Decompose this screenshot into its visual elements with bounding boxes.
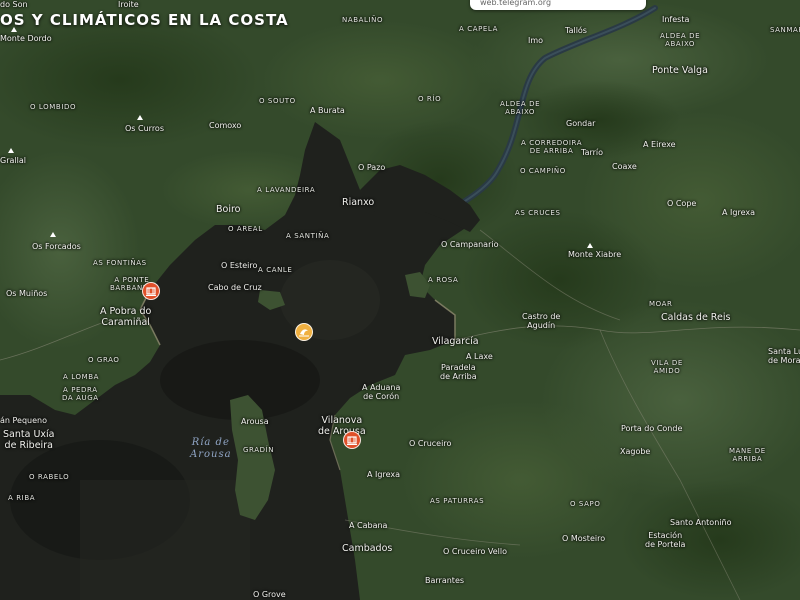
place-label: O Cruceiro Vello xyxy=(443,547,507,556)
place-label: Vilagarcía xyxy=(432,336,479,347)
place-label: MOAR xyxy=(649,300,673,308)
place-label: A Laxe xyxy=(466,352,493,361)
place-label: A ROSA xyxy=(428,276,459,284)
place-label: Iroite xyxy=(118,0,139,9)
place-label: AS FONTIÑAS xyxy=(93,259,147,267)
place-label: A Aduana de Corón xyxy=(362,383,401,402)
sea-label-line1: Ría de xyxy=(191,437,230,448)
place-label: A LAVANDEIRA xyxy=(257,186,316,194)
satellite-map[interactable]: web.telegram.org OS Y CLIMÁTICOS EN LA C… xyxy=(0,0,800,600)
place-label: Os Curros xyxy=(125,124,164,133)
place-label: Cambados xyxy=(342,543,393,554)
place-label: A Burata xyxy=(310,106,345,115)
place-label: A CAPELA xyxy=(459,25,498,33)
place-label: O Cruceiro xyxy=(409,439,452,448)
place-label: Barrantes xyxy=(425,576,465,585)
place-label: A Igrexa xyxy=(367,470,400,479)
place-label: GRADÍN xyxy=(243,446,275,454)
place-label: A CORREDOIRA DE ARRIBA xyxy=(521,139,583,156)
place-label: Grallal xyxy=(0,156,26,165)
place-label: O LOMBIDO xyxy=(30,103,77,111)
browser-url-bar[interactable]: web.telegram.org xyxy=(470,0,646,10)
marker-a-pobra[interactable] xyxy=(142,282,160,300)
sea-label-line2: Arousa xyxy=(190,448,232,460)
place-label: Comoxo xyxy=(209,121,242,130)
place-label: A CANLE xyxy=(258,266,293,274)
wave-icon xyxy=(299,329,309,337)
place-label: Ponte Valga xyxy=(652,65,708,76)
place-label: O Grove xyxy=(253,590,286,599)
place-label: Paradela de Arriba xyxy=(440,363,477,382)
place-label: A LOMBA xyxy=(63,373,100,381)
place-label: O SAPO xyxy=(570,500,601,508)
place-label: án Pequeno xyxy=(0,416,48,425)
place-label: O AREAL xyxy=(228,225,263,233)
place-label: Tallós xyxy=(565,26,587,35)
map-terrain xyxy=(0,0,800,600)
place-label: A Igrexa xyxy=(722,208,755,217)
place-label: do Son xyxy=(0,0,28,9)
place-label: Castro de Agudín xyxy=(522,312,561,331)
place-label: O Mosteiro xyxy=(562,534,606,543)
place-label: Estación de Portela xyxy=(645,531,686,550)
place-label: A Pobra do Caramiñal xyxy=(100,306,152,328)
place-label: A Cabana xyxy=(349,521,388,530)
place-label: Tarrío xyxy=(581,148,604,157)
place-label: Santo Antoniño xyxy=(670,518,732,527)
place-label: VILA DE AMIDO xyxy=(651,359,683,376)
place-label: Monte Dordo xyxy=(0,34,52,43)
place-label: O RABELO xyxy=(29,473,70,481)
place-label: Infesta xyxy=(662,15,690,24)
place-label: O RÍO xyxy=(418,95,442,103)
place-label: O CAMPIÑO xyxy=(520,167,566,175)
marker-center-ria[interactable] xyxy=(295,323,313,341)
place-label: O GRAO xyxy=(88,356,120,364)
place-label: Rianxo xyxy=(342,197,375,208)
place-label: Caldas de Reis xyxy=(661,312,731,323)
sea-label: Ría de Arousa xyxy=(190,437,232,460)
place-label: Imo xyxy=(528,36,544,45)
place-label: Boiro xyxy=(216,204,241,215)
place-label: ALDEA DE ABAIXO xyxy=(660,32,701,49)
place-label: Santa Uxía de Ribeira xyxy=(3,429,55,451)
place-label: NABALIÑO xyxy=(342,16,384,24)
place-label: Xagobe xyxy=(620,447,651,456)
place-label: Monte Xiabre xyxy=(568,250,622,259)
place-label: O Campanario xyxy=(441,240,499,249)
peak-icon xyxy=(50,232,56,237)
place-label: Gondar xyxy=(566,119,596,128)
place-label: A SANTIÑA xyxy=(286,232,330,240)
peak-icon xyxy=(137,115,143,120)
place-label: AS CRUCES xyxy=(515,209,561,217)
place-label: Coaxe xyxy=(612,162,637,171)
marker-vilanova[interactable] xyxy=(343,431,361,449)
place-label: Os Muiños xyxy=(6,289,48,298)
place-label: A Eirexe xyxy=(643,140,676,149)
place-label: Porta do Conde xyxy=(621,424,683,433)
place-label: O Pazo xyxy=(358,163,386,172)
place-label: Os Forcados xyxy=(32,242,81,251)
place-label: A RIBA xyxy=(8,494,36,502)
place-label: A PEDRA DA AUGA xyxy=(62,386,99,403)
beach-icon xyxy=(347,436,357,445)
place-label: ALDEA DE ABAIXO xyxy=(500,100,541,117)
peak-icon xyxy=(8,148,14,153)
place-label: MANE DE ARRIBA xyxy=(729,447,766,464)
place-label: AS PATURRAS xyxy=(430,497,485,505)
place-label: O SOUTO xyxy=(259,97,296,105)
peak-icon xyxy=(587,243,593,248)
place-label: O Esteiro xyxy=(221,261,258,270)
peak-icon xyxy=(11,27,17,32)
beach-icon xyxy=(146,287,156,296)
place-label: Santa Lu de Mora xyxy=(768,347,800,366)
map-title: OS Y CLIMÁTICOS EN LA COSTA xyxy=(0,11,289,29)
place-label: SANMARTI xyxy=(770,26,800,34)
place-label: Cabo de Cruz xyxy=(208,283,262,292)
place-label: O Cope xyxy=(667,199,697,208)
place-label: Arousa xyxy=(241,417,269,426)
